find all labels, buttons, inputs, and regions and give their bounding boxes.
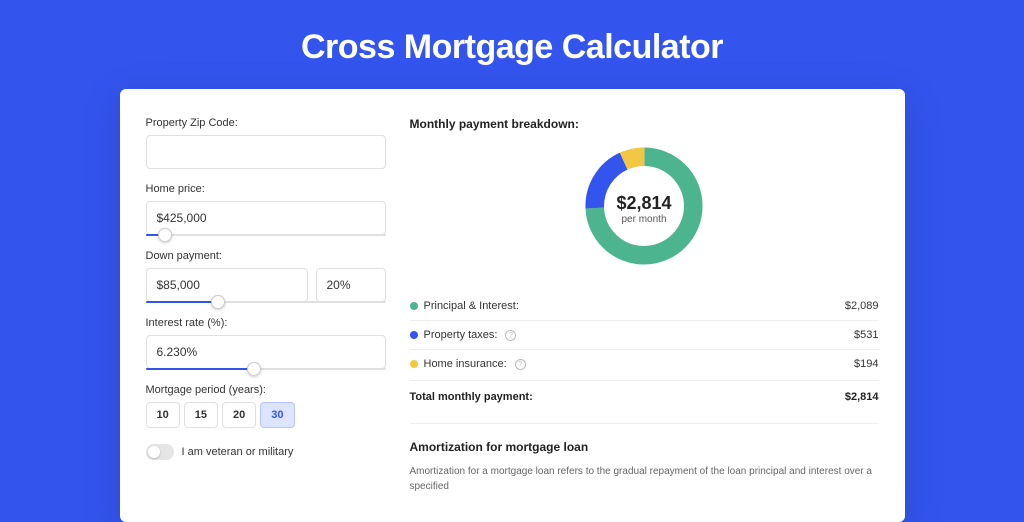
period-button-row: 10152030 [146,402,386,428]
info-icon[interactable]: ? [505,330,516,341]
interest-rate-group: Interest rate (%): [146,317,386,370]
results-column: Monthly payment breakdown: $2,814 per mo… [410,117,879,494]
home-price-group: Home price: [146,183,386,236]
period-button-10[interactable]: 10 [146,402,180,428]
donut-chart: $2,814 per month [579,141,709,276]
legend-amount: $2,089 [845,300,879,312]
total-amount: $2,814 [845,391,879,403]
slider-thumb[interactable] [247,362,261,376]
legend-left: Property taxes:? [410,329,517,341]
period-button-30[interactable]: 30 [260,402,294,428]
interest-rate-slider[interactable] [146,368,386,370]
total-label: Total monthly payment: [410,391,533,403]
legend-amount: $194 [854,358,878,370]
slider-track [146,234,386,236]
interest-rate-input[interactable] [146,335,386,369]
interest-rate-label: Interest rate (%): [146,317,386,329]
legend: Principal & Interest: $2,089 Property taxe… [410,292,879,378]
legend-left: Home insurance:? [410,358,526,370]
home-price-slider[interactable] [146,234,386,236]
legend-label: Home insurance: [424,358,507,370]
down-payment-label: Down payment: [146,250,386,262]
donut-amount: $2,814 [616,193,671,214]
legend-dot [410,302,418,310]
info-icon[interactable]: ? [515,359,526,370]
zip-label: Property Zip Code: [146,117,386,129]
veteran-toggle-row: I am veteran or military [146,444,386,460]
page-title: Cross Mortgage Calculator [0,0,1024,89]
slider-thumb[interactable] [158,228,172,242]
legend-row: Principal & Interest: $2,089 [410,292,879,321]
amortization-section: Amortization for mortgage loan Amortizat… [410,423,879,494]
down-payment-amount-input[interactable] [146,268,308,302]
slider-fill [146,368,254,370]
breakdown-title: Monthly payment breakdown: [410,117,879,131]
legend-amount: $531 [854,329,878,341]
slider-fill [146,301,218,303]
legend-label: Principal & Interest: [424,300,519,312]
down-payment-percent-input[interactable] [316,268,386,302]
period-group: Mortgage period (years): 10152030 [146,384,386,428]
period-button-15[interactable]: 15 [184,402,218,428]
period-button-20[interactable]: 20 [222,402,256,428]
donut-chart-wrap: $2,814 per month [410,141,879,276]
slider-track [146,301,386,303]
amortization-text: Amortization for a mortgage loan refers … [410,464,879,494]
total-row: Total monthly payment: $2,814 [410,380,879,403]
down-payment-group: Down payment: [146,250,386,303]
inputs-column: Property Zip Code: Home price: Down paym… [146,117,386,494]
veteran-label: I am veteran or military [182,446,294,458]
legend-left: Principal & Interest: [410,300,519,312]
legend-row: Property taxes:? $531 [410,321,879,350]
home-price-label: Home price: [146,183,386,195]
down-payment-slider[interactable] [146,301,386,303]
donut-center: $2,814 per month [616,193,671,225]
zip-field-group: Property Zip Code: [146,117,386,169]
toggle-knob [148,446,160,458]
legend-dot [410,331,418,339]
zip-input[interactable] [146,135,386,169]
donut-sub: per month [616,214,671,225]
legend-label: Property taxes: [424,329,498,341]
calculator-card: Property Zip Code: Home price: Down paym… [120,89,905,522]
slider-track [146,368,386,370]
veteran-toggle[interactable] [146,444,174,460]
legend-row: Home insurance:? $194 [410,350,879,378]
slider-thumb[interactable] [211,295,225,309]
home-price-input[interactable] [146,201,386,235]
legend-dot [410,360,418,368]
period-label: Mortgage period (years): [146,384,386,396]
amortization-title: Amortization for mortgage loan [410,440,879,454]
